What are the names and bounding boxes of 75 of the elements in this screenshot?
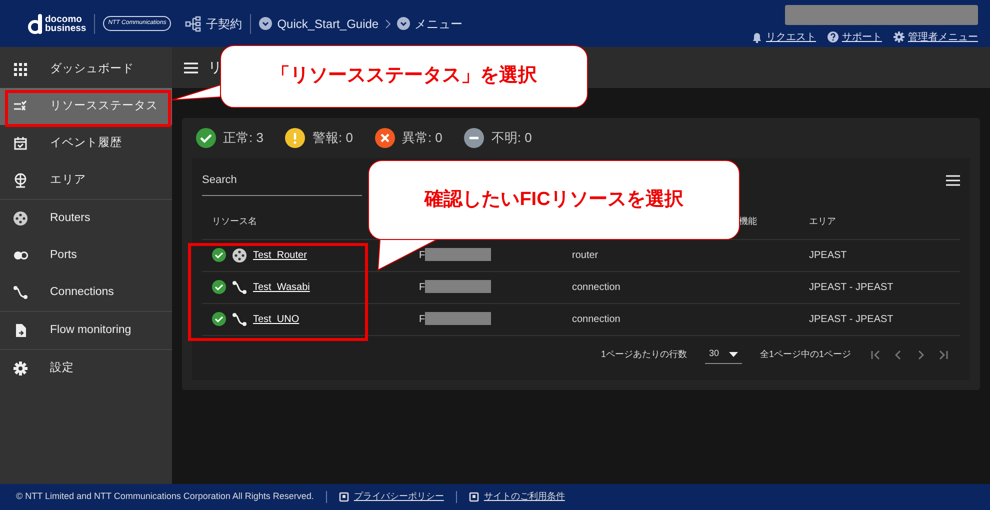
sidebar-item[interactable]: エリア (0, 162, 172, 199)
last-page-icon[interactable] (938, 348, 950, 360)
status-count: 不明: 0 (491, 129, 532, 148)
column-header[interactable]: リソース名 (212, 215, 257, 229)
chevron-down-circle-icon (396, 17, 410, 30)
table-cell: F (419, 250, 426, 260)
sidebar-item[interactable]: Flow monitoring (0, 312, 172, 349)
menu-icon[interactable] (184, 62, 198, 74)
settings-icon (13, 361, 28, 376)
resource-link[interactable]: Test_UNO (253, 312, 300, 326)
redaction-block (425, 248, 492, 262)
first-page-icon[interactable] (869, 348, 881, 360)
header-link[interactable]: 管理者メニュー (908, 30, 978, 44)
external-page-icon (468, 492, 479, 502)
footer-link[interactable]: サイトのご利用条件 (484, 490, 565, 504)
settings-icon (893, 31, 905, 43)
search-field[interactable]: Search (202, 166, 362, 196)
table-cell: JPEAST - JPEAST (809, 314, 894, 324)
breadcrumb-link[interactable]: Quick_Start_Guide (277, 14, 379, 32)
sidebar-item[interactable]: 設定 (0, 350, 172, 387)
redaction-block (425, 312, 492, 326)
rows-per-page-select[interactable]: 30 (704, 345, 742, 364)
help-icon (827, 31, 839, 43)
chevron-down-circle-icon (259, 17, 272, 30)
hierarchy-icon (185, 16, 202, 32)
account-field[interactable] (785, 4, 978, 24)
table-cell: F (419, 314, 426, 324)
router-icon (232, 248, 247, 262)
bell-icon (751, 31, 763, 43)
sidebar-item[interactable]: ダッシュボード (0, 51, 172, 88)
column-header[interactable]: エリア (809, 216, 836, 226)
warning-icon (285, 128, 306, 148)
table-cell: router (572, 250, 598, 260)
document-icon (13, 323, 28, 338)
header-link[interactable]: サポート (842, 30, 882, 44)
status-count: 正常: 3 (223, 129, 264, 148)
table-cell: connection (572, 282, 620, 292)
copyright-text: © NTT Limited and NTT Communications Corporation All Rights Reserved. (16, 490, 314, 504)
connection-icon (232, 312, 247, 326)
footer-link[interactable]: プライバシーポリシー (354, 490, 444, 504)
external-page-icon (338, 492, 349, 502)
page-title: リ (208, 58, 222, 77)
chevron-right-icon (384, 18, 392, 30)
calendar-icon (13, 136, 28, 151)
status-count: 異常: 0 (402, 129, 442, 148)
logo-text: docomo business (45, 14, 86, 32)
error-icon (374, 128, 395, 148)
contract-label[interactable]: 子契約 (206, 14, 242, 32)
router-icon (13, 211, 28, 226)
docomo-logo-icon (28, 14, 42, 34)
page-range-text: 全1ページ中の1ページ (760, 348, 851, 361)
resource-link[interactable]: Test_Wasabi (253, 280, 310, 294)
sidebar-item[interactable]: Ports (0, 237, 172, 274)
menu-icon[interactable] (946, 175, 960, 186)
check-circle-icon (196, 128, 216, 148)
table-cell: JPEAST - JPEAST (809, 282, 894, 292)
sidebar-item[interactable]: Connections (0, 274, 172, 311)
sidebar-item[interactable]: Routers (0, 200, 172, 237)
connection-icon (232, 280, 247, 294)
sidebar-item[interactable]: イベント履歴 (0, 125, 172, 162)
rows-per-page-label: 1ページあたりの行数 (600, 348, 687, 361)
connection-icon (13, 285, 28, 300)
globe-icon (13, 173, 28, 188)
redaction-block (425, 280, 492, 294)
grid-icon (13, 62, 28, 77)
column-header[interactable]: 機能 (739, 216, 757, 226)
caret-down-icon (728, 352, 738, 356)
minus-circle-icon (464, 128, 484, 148)
table-cell: connection (572, 314, 620, 324)
status-count: 警報: 0 (312, 129, 353, 148)
breadcrumb-link[interactable]: メニュー (414, 14, 463, 32)
resource-link[interactable]: Test_Router (253, 248, 307, 262)
header-link[interactable]: リクエスト (766, 30, 816, 44)
table-cell: F (419, 282, 426, 292)
table-cell: JPEAST (809, 250, 847, 260)
